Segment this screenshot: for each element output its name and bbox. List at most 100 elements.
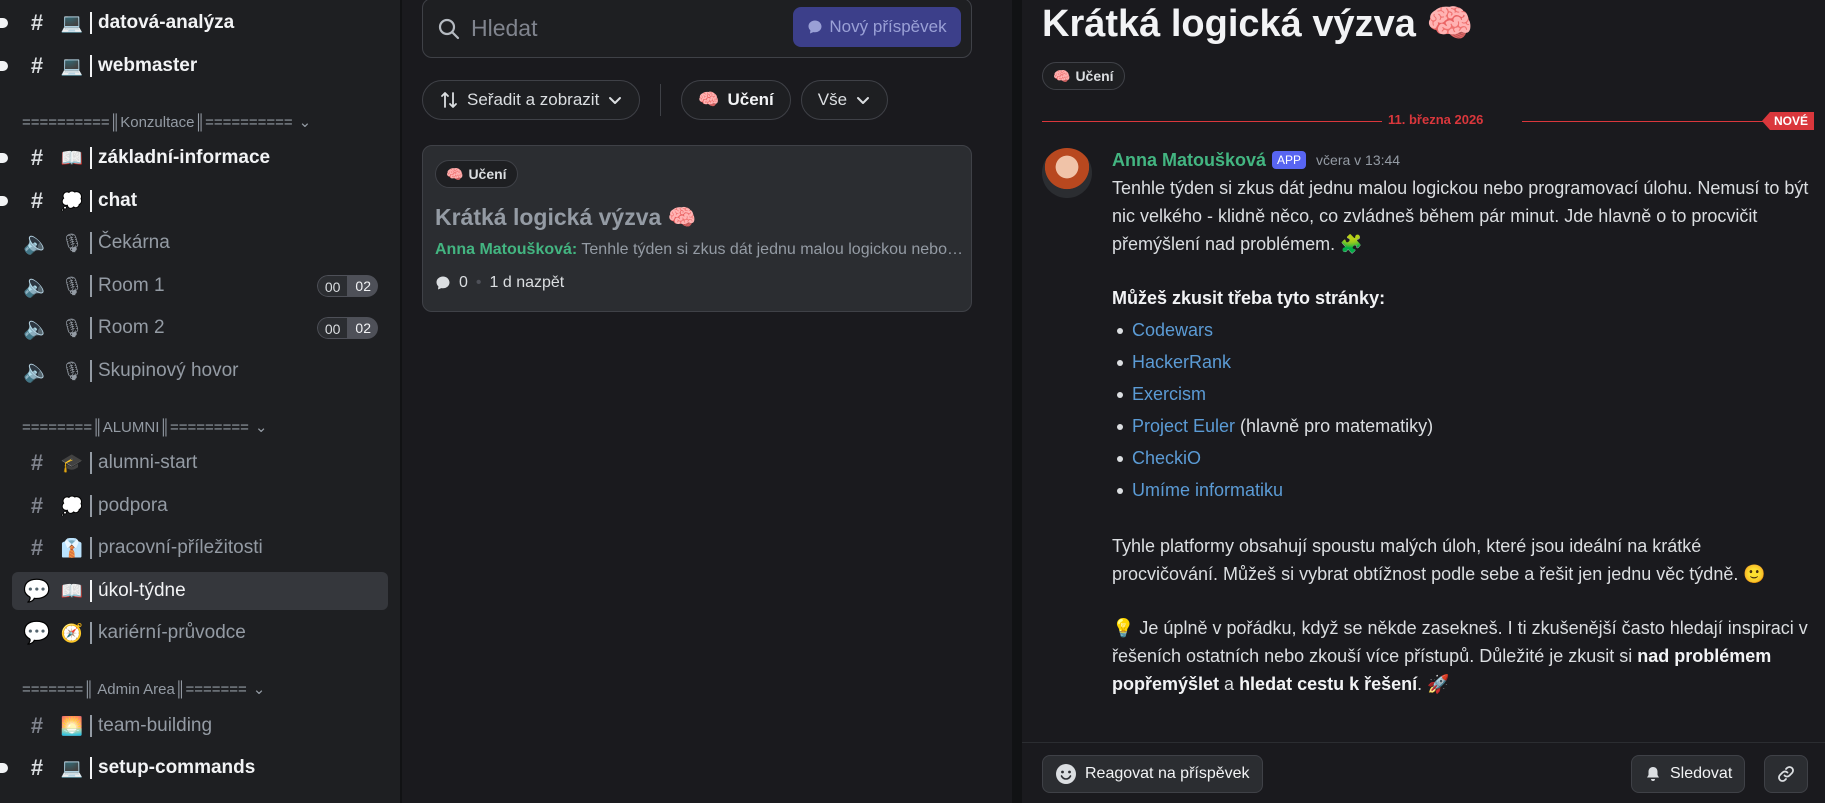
forum-channel-icon: 💬 bbox=[23, 578, 51, 603]
unread-indicator bbox=[0, 196, 8, 206]
chevron-down-icon: ⌄ bbox=[298, 114, 312, 131]
channel-team-building[interactable]: # 🌅 team-building bbox=[12, 707, 388, 745]
new-post-button[interactable]: Nový příspěvek bbox=[793, 7, 961, 47]
channel-name: Čekárna bbox=[98, 232, 170, 253]
link-codewars[interactable]: Codewars bbox=[1132, 320, 1213, 340]
channel-emoji: 🧭 bbox=[60, 622, 84, 643]
channel-alumni-start[interactable]: # 🎓 alumni-start bbox=[12, 444, 388, 482]
message-author[interactable]: Anna Matoušková bbox=[1112, 146, 1266, 174]
thread-title: Krátká logická výzva 🧠 bbox=[1042, 3, 1474, 45]
category-label: =======║ Admin Area║======= bbox=[22, 680, 247, 698]
channel-emoji: 🌅 bbox=[60, 715, 84, 736]
link-hackerrank[interactable]: HackerRank bbox=[1132, 352, 1231, 372]
chevron-down-icon bbox=[607, 92, 623, 108]
voice-channel-cekarna[interactable]: 🔈 🎙 Čekárna bbox=[12, 224, 388, 262]
channel-chat[interactable]: # 💭 chat bbox=[0, 182, 388, 220]
message-paragraph-1: Tenhle týden si zkus dát jednu malou log… bbox=[1112, 178, 1809, 254]
user-count-badge: 00 02 bbox=[316, 317, 378, 339]
channel-emoji: 🎙 bbox=[60, 360, 84, 381]
channel-name: chat bbox=[98, 190, 138, 211]
message: Anna Matoušková APP včera v 13:44 Tenhle… bbox=[1112, 148, 1812, 698]
channel-name: webmaster bbox=[98, 55, 198, 76]
thread-panel: Krátká logická výzva 🧠 🧠 Učení 11. březn… bbox=[1022, 0, 1825, 803]
forum-channel-icon: 💬 bbox=[23, 620, 51, 645]
forum-search[interactable]: Hledat Nový příspěvek bbox=[422, 0, 972, 58]
channel-name: úkol-týdne bbox=[98, 580, 186, 601]
channel-datova-analyza[interactable]: # 💻 datová-analýza bbox=[0, 4, 388, 42]
forum-post-card[interactable]: 🧠 Učení Krátká logická výzva 🧠 Anna Mato… bbox=[422, 145, 972, 312]
channel-sidebar: # 💻 datová-analýza # 💻 webmaster =======… bbox=[0, 0, 400, 803]
sort-and-view-button[interactable]: Seřadit a zobrazit bbox=[422, 80, 641, 120]
link-checkio[interactable]: CheckiO bbox=[1132, 448, 1201, 468]
channel-emoji: 💭 bbox=[60, 190, 84, 211]
voice-channel-skupinovy-hovor[interactable]: 🔈 🎙 Skupinový hovor bbox=[12, 352, 388, 390]
bell-icon bbox=[1644, 765, 1662, 783]
text-channel-icon: # bbox=[30, 145, 44, 170]
link-exercism[interactable]: Exercism bbox=[1132, 384, 1206, 404]
channel-name: datová-analýza bbox=[98, 12, 235, 33]
channel-name: setup-commands bbox=[98, 757, 256, 778]
category-admin-area[interactable]: =======║ Admin Area║======= ⌄ bbox=[22, 680, 266, 699]
channel-emoji: 🎓 bbox=[60, 452, 84, 473]
text-channel-icon: # bbox=[30, 755, 44, 780]
channel-emoji: 🎙 bbox=[60, 317, 84, 338]
avatar[interactable] bbox=[1042, 148, 1092, 198]
channel-setup-commands[interactable]: # 💻 setup-commands bbox=[0, 749, 388, 787]
post-author: Anna Matoušková: bbox=[435, 241, 578, 258]
date-divider: 11. března 2026 NOVÉ bbox=[1042, 112, 1814, 130]
voice-channel-room-1[interactable]: 🔈 🎙 Room 1 00 02 bbox=[12, 267, 388, 305]
list-item: Project Euler (hlavně pro matematiky) bbox=[1112, 410, 1812, 442]
forum-filters: Seřadit a zobrazit 🧠 Učení Vše bbox=[422, 80, 889, 120]
post-age: 1 d nazpět bbox=[489, 274, 565, 291]
thread-footer: Reagovat na příspěvek Sledovat bbox=[1022, 742, 1825, 803]
text-channel-icon: # bbox=[30, 535, 44, 560]
user-count-badge: 00 02 bbox=[316, 275, 378, 297]
speaker-icon: 🔈 bbox=[23, 230, 51, 255]
list-item: Exercism bbox=[1112, 378, 1812, 410]
category-konzultace[interactable]: ==========║Konzultace║========== ⌄ bbox=[22, 113, 312, 132]
app-badge: APP bbox=[1272, 151, 1307, 169]
chat-bubble-icon bbox=[807, 19, 823, 35]
text-channel-icon: # bbox=[30, 188, 44, 213]
channel-name: alumni-start bbox=[98, 452, 198, 473]
link-umime-informatiku[interactable]: Umíme informatiku bbox=[1132, 480, 1283, 500]
channel-emoji: 📖 bbox=[60, 147, 84, 168]
all-tags-dropdown[interactable]: Vše bbox=[800, 80, 889, 120]
follow-button[interactable]: Sledovat bbox=[1631, 755, 1746, 793]
channel-name: Room 2 bbox=[98, 317, 165, 338]
channel-karierni-pruvodce[interactable]: 💬 🧭 kariérní-průvodce bbox=[12, 614, 388, 652]
react-to-post-button[interactable]: Reagovat na příspěvek bbox=[1042, 755, 1263, 793]
channel-name: podpora bbox=[98, 495, 168, 516]
post-tag: 🧠 Učení bbox=[435, 160, 518, 188]
channel-podpora[interactable]: # 💭 podpora bbox=[12, 487, 388, 525]
category-alumni[interactable]: ========║ALUMNI║========= ⌄ bbox=[22, 418, 268, 437]
channel-emoji: 💻 bbox=[60, 55, 84, 76]
channel-emoji: 💻 bbox=[60, 757, 84, 778]
voice-channel-room-2[interactable]: 🔈 🎙 Room 2 00 02 bbox=[12, 309, 388, 347]
channel-ukol-tydne[interactable]: 💬 📖 úkol-týdne bbox=[12, 572, 388, 610]
chevron-down-icon: ⌄ bbox=[254, 419, 268, 436]
channel-emoji: 👔 bbox=[60, 537, 84, 558]
sites-heading: Můžeš zkusit třeba tyto stránky: bbox=[1112, 288, 1386, 308]
filter-separator bbox=[660, 84, 662, 116]
thread-tag: 🧠 Učení bbox=[1042, 62, 1125, 90]
link-project-euler[interactable]: Project Euler bbox=[1132, 416, 1235, 436]
tag-filter-uceni[interactable]: 🧠 Učení bbox=[681, 80, 791, 120]
message-paragraph-2: Tyhle platformy obsahují spoustu malých … bbox=[1112, 536, 1766, 584]
channel-name: Skupinový hovor bbox=[98, 360, 239, 381]
channel-emoji: 🎙 bbox=[60, 232, 84, 253]
channel-pracovni-prilezitosti[interactable]: # 👔 pracovní-příležitosti bbox=[12, 529, 388, 567]
channel-webmaster[interactable]: # 💻 webmaster bbox=[0, 47, 388, 85]
text-channel-icon: # bbox=[30, 713, 44, 738]
brain-icon: 🧠 bbox=[1053, 67, 1071, 84]
copy-link-button[interactable] bbox=[1764, 755, 1808, 793]
unread-indicator bbox=[0, 61, 8, 71]
search-input[interactable]: Hledat bbox=[471, 15, 537, 42]
link-list: Codewars HackerRank Exercism Project Eul… bbox=[1112, 314, 1812, 506]
channel-zakladni-informace[interactable]: # 📖 základní-informace bbox=[0, 139, 388, 177]
discord-app: # 💻 datová-analýza # 💻 webmaster =======… bbox=[0, 0, 1825, 803]
smiley-icon bbox=[1055, 763, 1077, 785]
forum-panel: Hledat Nový příspěvek Seřadit a zobrazit bbox=[402, 0, 1012, 803]
brain-icon: 🧠 bbox=[446, 165, 464, 182]
chevron-down-icon: ⌄ bbox=[252, 681, 266, 698]
